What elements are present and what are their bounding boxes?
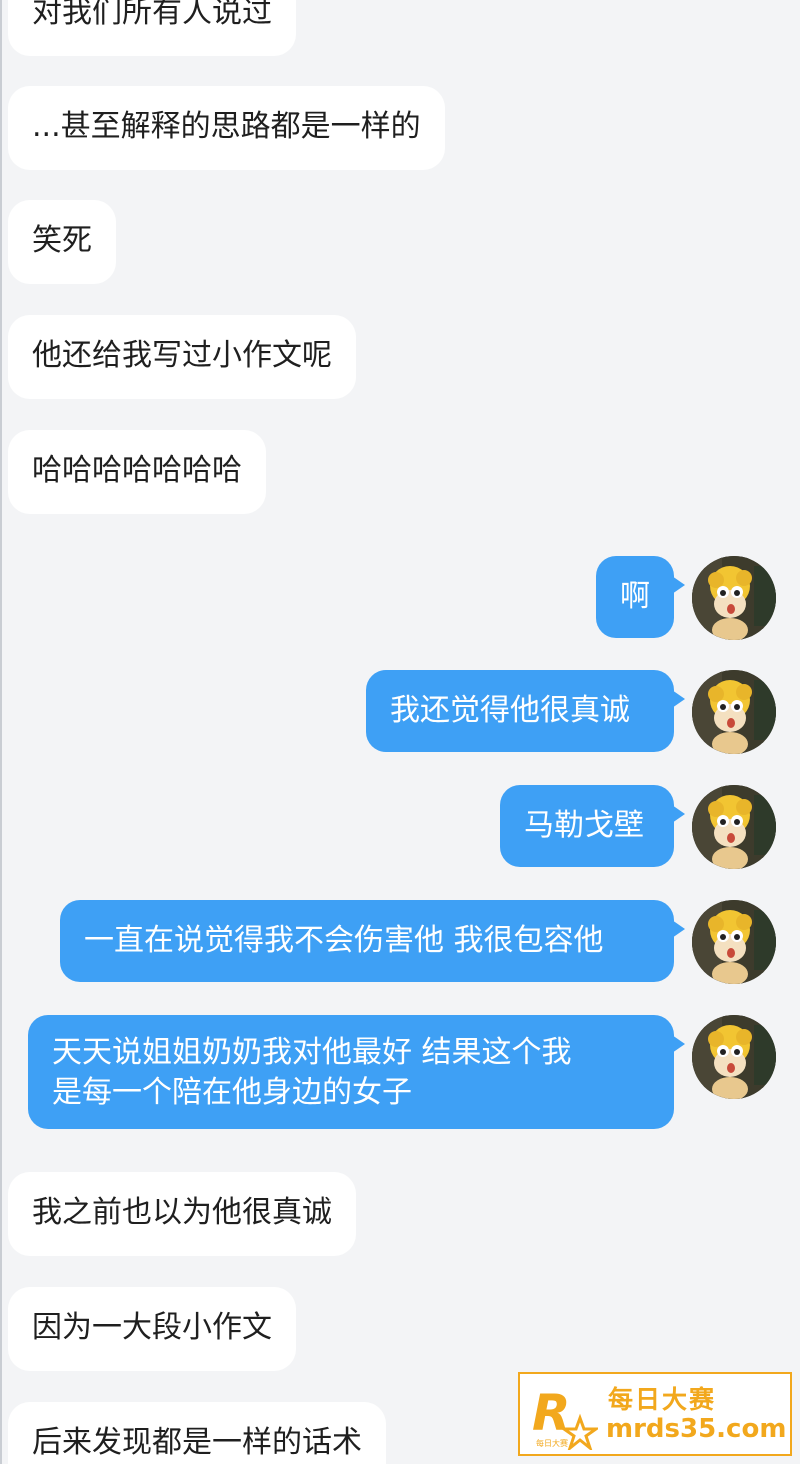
message-text: 我还觉得他很真诚 xyxy=(390,693,630,728)
bubble-tail xyxy=(672,920,685,938)
cartoon-avatar-icon xyxy=(692,556,776,640)
watermark-title: 每日大赛 xyxy=(608,1385,717,1414)
message-bubble-outgoing[interactable]: 啊 xyxy=(596,556,685,638)
cartoon-avatar-icon xyxy=(692,670,776,754)
user-avatar[interactable] xyxy=(692,556,776,640)
message-text-line: 是每一个陪在他身边的女子 xyxy=(52,1075,412,1110)
bubble-tail xyxy=(672,690,685,708)
watermark-url: mrds35.com xyxy=(606,1414,787,1444)
message-text-line: 天天说姐姐奶奶我对他最好 结果这个我 xyxy=(52,1035,572,1070)
user-avatar[interactable] xyxy=(692,900,776,984)
watermark-logo-icon: R 每日大赛 xyxy=(532,1384,598,1450)
cartoon-avatar-icon xyxy=(692,785,776,869)
message-bubble-outgoing[interactable]: 天天说姐姐奶奶我对他最好 结果这个我 是每一个陪在他身边的女子 xyxy=(28,1015,685,1129)
message-bubble-incoming[interactable]: 笑死 xyxy=(8,200,116,284)
message-bubble-incoming[interactable]: 因为一大段小作文 xyxy=(8,1287,296,1371)
bubble-tail xyxy=(672,805,685,823)
message-bubble-outgoing[interactable]: 我还觉得他很真诚 xyxy=(366,670,685,752)
user-avatar[interactable] xyxy=(692,670,776,754)
bubble-tail xyxy=(672,1035,685,1053)
message-bubble-incoming[interactable]: 后来发现都是一样的话术 xyxy=(8,1402,386,1464)
message-bubble-outgoing[interactable]: 一直在说觉得我不会伤害他 我很包容他 xyxy=(60,900,685,982)
svg-text:R: R xyxy=(532,1384,571,1442)
user-avatar[interactable] xyxy=(692,785,776,869)
bubble-tail xyxy=(672,576,685,594)
watermark: R 每日大赛 每日大赛 mrds35.com xyxy=(518,1372,792,1456)
user-avatar[interactable] xyxy=(692,1015,776,1099)
message-bubble-incoming[interactable]: 他还给我写过小作文呢 xyxy=(8,315,356,399)
chat-view: 对我们所有人说过 ...甚至解释的思路都是一样的 笑死 他还给我写过小作文呢 哈… xyxy=(0,0,800,1464)
cartoon-avatar-icon xyxy=(692,900,776,984)
message-bubble-incoming[interactable]: 对我们所有人说过 xyxy=(8,0,296,56)
message-bubble-incoming[interactable]: ...甚至解释的思路都是一样的 xyxy=(8,86,445,170)
message-bubble-incoming[interactable]: 我之前也以为他很真诚 xyxy=(8,1172,356,1256)
message-bubble-incoming[interactable]: 哈哈哈哈哈哈哈 xyxy=(8,430,266,514)
message-text: 一直在说觉得我不会伤害他 我很包容他 xyxy=(84,923,604,958)
message-bubble-outgoing[interactable]: 马勒戈壁 xyxy=(500,785,685,867)
watermark-logo-text: 每日大赛 xyxy=(536,1438,568,1448)
left-divider xyxy=(0,0,2,1464)
message-text: 啊 xyxy=(620,579,650,614)
message-text: 马勒戈壁 xyxy=(524,808,644,843)
cartoon-avatar-icon xyxy=(692,1015,776,1099)
